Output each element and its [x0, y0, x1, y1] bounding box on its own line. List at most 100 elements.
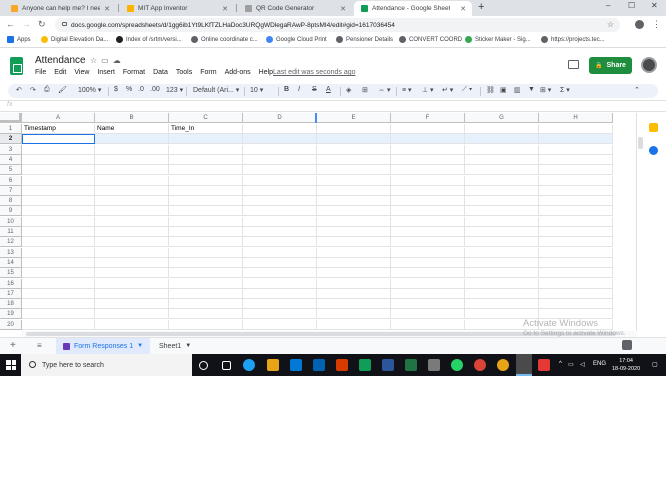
cell-d17[interactable]	[243, 288, 317, 299]
keep-icon[interactable]	[649, 123, 658, 132]
merge-cells-icon[interactable]: ⇔ ▾	[378, 86, 390, 94]
cell-e4[interactable]	[317, 154, 391, 165]
cell-h3[interactable]	[539, 144, 613, 155]
cell-e7[interactable]	[317, 185, 391, 196]
cell-e16[interactable]	[317, 278, 391, 289]
column-header-g[interactable]: G	[465, 113, 539, 123]
cell-g17[interactable]	[465, 288, 539, 299]
close-window-button[interactable]: ✕	[651, 1, 658, 10]
vertical-align-icon[interactable]: ⊥ ▾	[422, 86, 434, 94]
cell-a5[interactable]	[22, 165, 95, 176]
cell-a19[interactable]	[22, 309, 95, 320]
cell-b1[interactable]: Name	[95, 124, 169, 134]
cell-f9[interactable]	[391, 206, 465, 217]
cell-c13[interactable]	[169, 247, 243, 258]
borders-icon[interactable]: ⊞	[362, 86, 368, 94]
cell-d8[interactable]	[243, 196, 317, 207]
cell-f11[interactable]	[391, 227, 465, 237]
cell-d3[interactable]	[243, 144, 317, 155]
cell-f20[interactable]	[391, 319, 465, 330]
cell-a14[interactable]	[22, 257, 95, 268]
browser-tab-forum[interactable]: Anyone can help me? I need Yo... ✕	[4, 1, 116, 16]
column-header-c[interactable]: C	[169, 113, 243, 123]
cell-a6[interactable]	[22, 175, 95, 186]
cell-b11[interactable]	[95, 227, 169, 237]
menu-format[interactable]: Format	[123, 69, 145, 79]
cell-g5[interactable]	[465, 165, 539, 176]
cell-d6[interactable]	[243, 175, 317, 186]
explore-button[interactable]	[622, 340, 632, 350]
cell-b7[interactable]	[95, 185, 169, 196]
insert-link-icon[interactable]: ⛓	[486, 86, 495, 94]
cell-f5[interactable]	[391, 165, 465, 176]
currency-button[interactable]: $	[114, 86, 118, 93]
close-icon[interactable]: ✕	[340, 5, 346, 13]
cell-e10[interactable]	[317, 216, 391, 227]
cell-h7[interactable]	[539, 185, 613, 196]
cell-h14[interactable]	[539, 257, 613, 268]
cell-e15[interactable]	[317, 268, 391, 279]
row-header-3[interactable]: 3	[0, 144, 22, 155]
cell-f15[interactable]	[391, 268, 465, 279]
horizontal-align-icon[interactable]: ≡ ▾	[402, 86, 412, 94]
app-icon[interactable]	[359, 359, 371, 371]
chevron-down-icon[interactable]: ▼	[185, 343, 191, 349]
bookmark-star-icon[interactable]: ☆	[607, 20, 614, 29]
url-input[interactable]: docs.google.com/spreadsheets/d/1gg6ib1Yt…	[55, 18, 620, 32]
cell-a8[interactable]	[22, 196, 95, 207]
cell-h5[interactable]	[539, 165, 613, 176]
menu-file[interactable]: File	[35, 69, 46, 79]
cell-e11[interactable]	[317, 227, 391, 237]
chrome-icon[interactable]	[474, 359, 486, 371]
cell-f14[interactable]	[391, 257, 465, 268]
cell-e19[interactable]	[317, 309, 391, 320]
cell-c15[interactable]	[169, 268, 243, 279]
cell-f13[interactable]	[391, 247, 465, 258]
cell-e18[interactable]	[317, 299, 391, 310]
cell-g14[interactable]	[465, 257, 539, 268]
reload-icon[interactable]: ↻	[38, 19, 46, 30]
app-icon[interactable]	[538, 359, 550, 371]
maximize-button[interactable]: ☐	[628, 1, 635, 10]
row-header-10[interactable]: 10	[0, 216, 22, 227]
cell-a18[interactable]	[22, 299, 95, 310]
minimize-button[interactable]: –	[606, 1, 610, 10]
row-header-1[interactable]: 1	[0, 124, 22, 134]
cell-e5[interactable]	[317, 165, 391, 176]
cell-h2[interactable]	[539, 134, 613, 145]
volume-icon[interactable]: ◁	[580, 361, 585, 368]
decrease-decimal-button[interactable]: .0	[138, 86, 144, 93]
vertical-scrollbar[interactable]	[636, 113, 644, 331]
cell-h6[interactable]	[539, 175, 613, 186]
cell-c8[interactable]	[169, 196, 243, 207]
filter-icon[interactable]: ▼	[528, 86, 535, 93]
whatsapp-icon[interactable]	[451, 359, 463, 371]
functions-icon[interactable]: Σ ▾	[560, 86, 570, 94]
cell-f16[interactable]	[391, 278, 465, 289]
cell-c1[interactable]: Time_In	[169, 124, 243, 134]
paint-format-icon[interactable]: 🖌	[58, 86, 67, 94]
cell-e14[interactable]	[317, 257, 391, 268]
cell-g6[interactable]	[465, 175, 539, 186]
cell-f18[interactable]	[391, 299, 465, 310]
store-icon[interactable]	[290, 359, 302, 371]
cell-f3[interactable]	[391, 144, 465, 155]
menu-view[interactable]: View	[74, 69, 89, 79]
cell-a9[interactable]	[22, 206, 95, 217]
language-indicator[interactable]: ENG	[593, 361, 606, 367]
bookmark-srtm[interactable]: Index of /srtm/versi...	[116, 36, 182, 43]
bookmark-apps[interactable]: Apps	[7, 36, 31, 43]
cell-g9[interactable]	[465, 206, 539, 217]
close-icon[interactable]: ✕	[460, 5, 466, 13]
cell-f19[interactable]	[391, 309, 465, 320]
menu-insert[interactable]: Insert	[97, 69, 115, 79]
cell-g2[interactable]	[465, 134, 539, 145]
cell-g15[interactable]	[465, 268, 539, 279]
cell-a17[interactable]	[22, 288, 95, 299]
row-header-15[interactable]: 15	[0, 268, 22, 279]
cell-a13[interactable]	[22, 247, 95, 258]
cell-f12[interactable]	[391, 237, 465, 248]
cell-b18[interactable]	[95, 299, 169, 310]
app-icon[interactable]	[428, 359, 440, 371]
excel-icon[interactable]	[405, 359, 417, 371]
